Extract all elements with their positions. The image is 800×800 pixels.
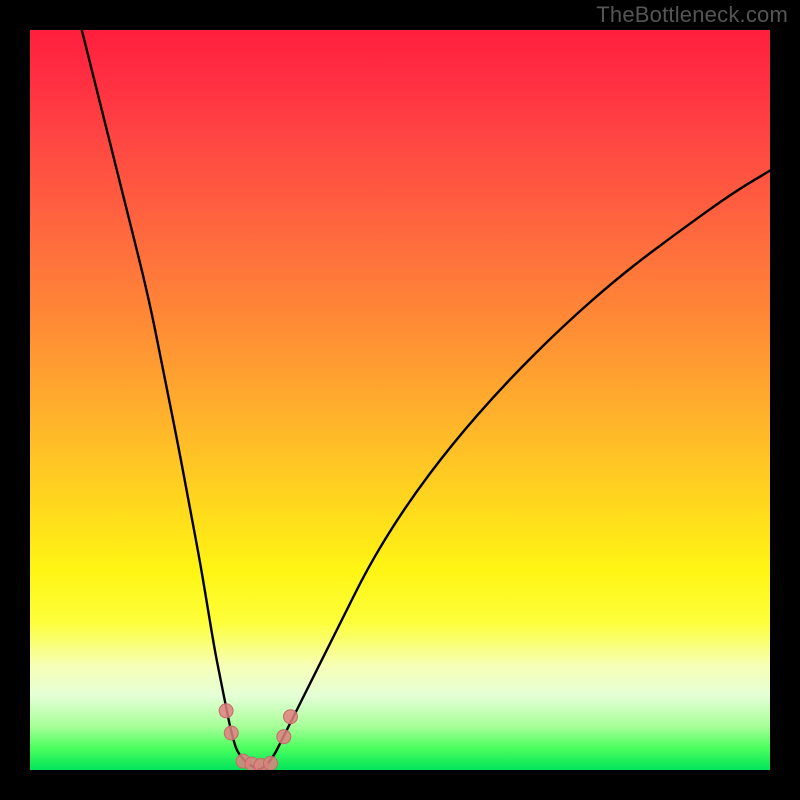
plot-area bbox=[30, 30, 770, 770]
curves-svg bbox=[30, 30, 770, 770]
watermark-text: TheBottleneck.com bbox=[596, 2, 788, 28]
chart-stage: TheBottleneck.com bbox=[0, 0, 800, 800]
series-right-curve bbox=[259, 171, 770, 770]
right-dip-marker-1 bbox=[277, 730, 291, 744]
left-dip-marker-1 bbox=[219, 704, 233, 718]
floor-marker-4 bbox=[264, 756, 278, 770]
series-left-curve bbox=[82, 30, 260, 770]
right-dip-marker-2 bbox=[283, 710, 297, 724]
left-dip-marker-2 bbox=[224, 726, 238, 740]
